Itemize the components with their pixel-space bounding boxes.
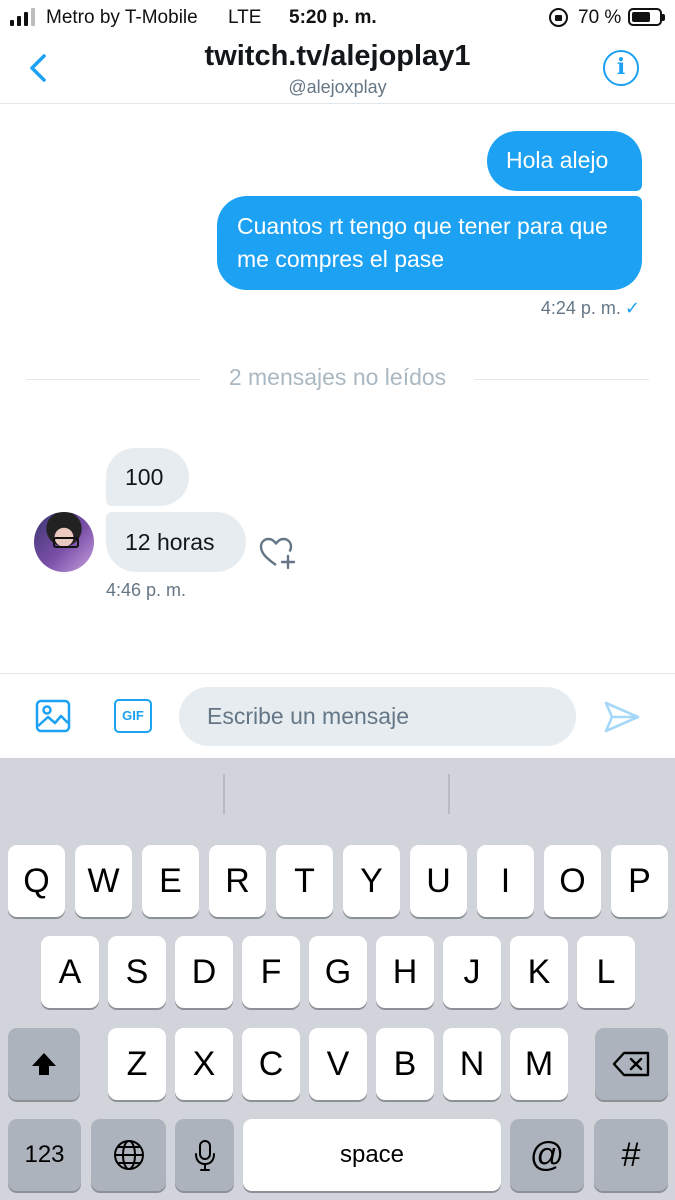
key-m[interactable]: M bbox=[510, 1028, 568, 1100]
info-icon[interactable]: i bbox=[603, 50, 639, 86]
add-image-button[interactable] bbox=[35, 698, 71, 734]
shift-key[interactable] bbox=[8, 1028, 80, 1100]
key-e[interactable]: E bbox=[142, 845, 199, 917]
unread-divider: 2 mensajes no leídos bbox=[0, 364, 675, 394]
key-s[interactable]: S bbox=[108, 936, 166, 1008]
key-x[interactable]: X bbox=[175, 1028, 233, 1100]
gif-button[interactable]: GIF bbox=[114, 699, 152, 733]
key-n[interactable]: N bbox=[443, 1028, 501, 1100]
avatar[interactable] bbox=[34, 512, 94, 572]
shift-arrow-icon bbox=[32, 1053, 56, 1075]
message-composer: GIF bbox=[0, 673, 675, 758]
key-f[interactable]: F bbox=[242, 936, 300, 1008]
conversation-header: twitch.tv/alejoplay1 @alejoxplay i bbox=[0, 36, 675, 104]
microphone-icon bbox=[194, 1140, 215, 1171]
sent-message[interactable]: Hola alejo bbox=[487, 131, 642, 191]
unread-label: 2 mensajes no leídos bbox=[228, 364, 447, 390]
globe-key[interactable] bbox=[91, 1119, 166, 1191]
rotation-lock-icon bbox=[549, 8, 568, 27]
space-key[interactable]: space bbox=[243, 1119, 501, 1191]
heart-plus-icon bbox=[259, 537, 296, 570]
key-t[interactable]: T bbox=[276, 845, 333, 917]
received-message[interactable]: 12 horas bbox=[106, 512, 246, 572]
key-b[interactable]: B bbox=[376, 1028, 434, 1100]
key-z[interactable]: Z bbox=[108, 1028, 166, 1100]
add-reaction-button[interactable] bbox=[258, 534, 298, 572]
hash-key[interactable]: # bbox=[594, 1119, 668, 1191]
key-y[interactable]: Y bbox=[343, 845, 400, 917]
battery-icon bbox=[628, 8, 665, 26]
key-h[interactable]: H bbox=[376, 936, 434, 1008]
prediction-separator bbox=[223, 774, 225, 814]
carrier-name: Metro by T-Mobile bbox=[46, 7, 198, 28]
sent-timestamp: 4:24 p. m. ✓ bbox=[541, 298, 640, 319]
key-a[interactable]: A bbox=[41, 936, 99, 1008]
status-bar: Metro by T-Mobile LTE 5:20 p. m. 70 % bbox=[0, 0, 675, 36]
key-u[interactable]: U bbox=[410, 845, 467, 917]
globe-icon bbox=[113, 1140, 144, 1170]
sent-message[interactable]: Cuantos rt tengo que tener para que me c… bbox=[217, 196, 642, 290]
signal-strength-icon bbox=[10, 8, 35, 26]
prediction-separator bbox=[448, 774, 450, 814]
divider-line bbox=[474, 379, 649, 380]
send-button[interactable] bbox=[603, 700, 641, 734]
key-v[interactable]: V bbox=[309, 1028, 367, 1100]
status-time: 5:20 p. m. bbox=[289, 7, 377, 28]
key-p[interactable]: P bbox=[611, 845, 668, 917]
key-k[interactable]: K bbox=[510, 936, 568, 1008]
key-w[interactable]: W bbox=[75, 845, 132, 917]
backspace-icon bbox=[612, 1051, 649, 1077]
at-key[interactable]: @ bbox=[510, 1119, 584, 1191]
network-type: LTE bbox=[228, 7, 262, 28]
dictation-key[interactable] bbox=[175, 1119, 234, 1191]
image-icon bbox=[35, 699, 71, 733]
key-q[interactable]: Q bbox=[8, 845, 65, 917]
received-message[interactable]: 100 bbox=[106, 448, 189, 506]
key-j[interactable]: J bbox=[443, 936, 501, 1008]
key-g[interactable]: G bbox=[309, 936, 367, 1008]
battery-percent: 70 % bbox=[578, 7, 622, 28]
key-o[interactable]: O bbox=[544, 845, 601, 917]
on-screen-keyboard: Q W E R T Y U I O P A S D F G H J K L Z … bbox=[0, 758, 675, 1200]
received-timestamp: 4:46 p. m. bbox=[106, 580, 187, 600]
send-icon bbox=[604, 701, 640, 733]
read-check-icon: ✓ bbox=[624, 298, 640, 318]
conversation-handle: @alejoxplay bbox=[288, 77, 387, 97]
key-r[interactable]: R bbox=[209, 845, 266, 917]
key-c[interactable]: C bbox=[242, 1028, 300, 1100]
sent-time: 4:24 p. m. bbox=[540, 298, 621, 318]
backspace-key[interactable] bbox=[595, 1028, 668, 1100]
key-d[interactable]: D bbox=[175, 936, 233, 1008]
numbers-key[interactable]: 123 bbox=[8, 1119, 81, 1191]
key-i[interactable]: I bbox=[477, 845, 534, 917]
conversation-title: twitch.tv/alejoplay1 bbox=[204, 40, 471, 72]
key-l[interactable]: L bbox=[577, 936, 635, 1008]
message-input[interactable] bbox=[179, 687, 576, 746]
